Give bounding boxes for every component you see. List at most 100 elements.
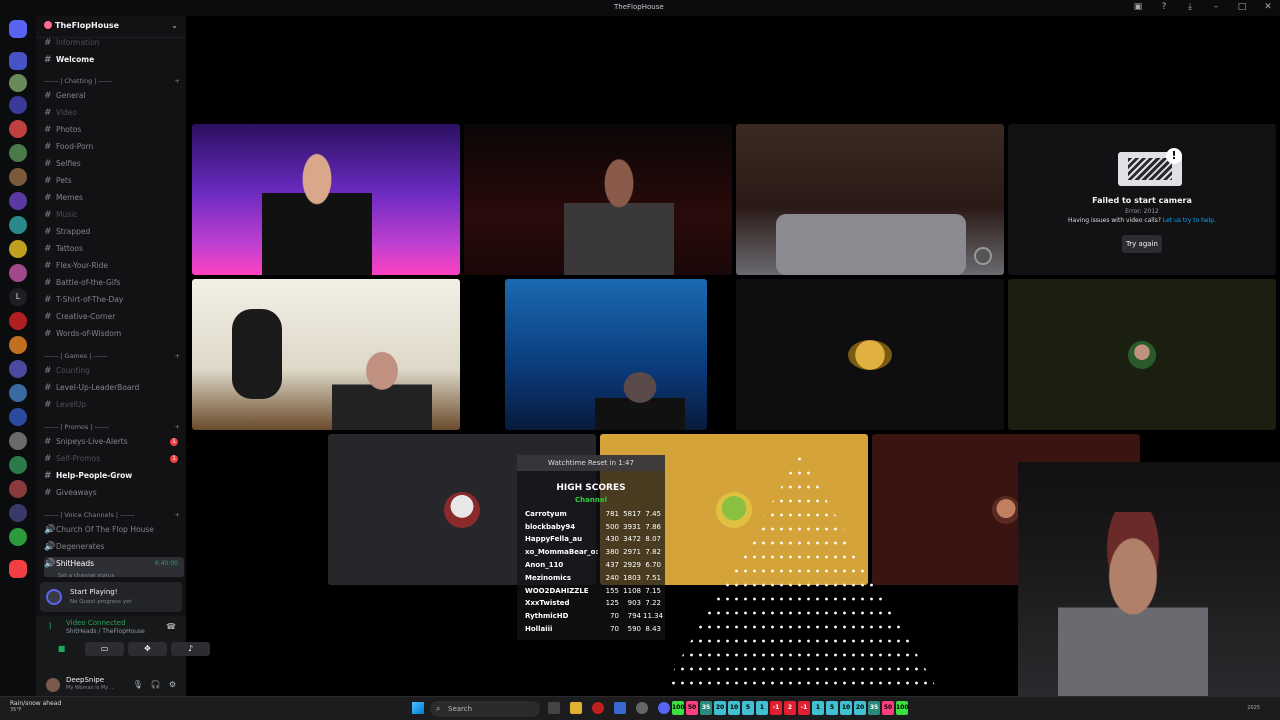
voice-location[interactable]: ShitHeads / TheFlopHouse — [66, 628, 145, 635]
server-header[interactable]: TheFlopHouse ⌄ — [36, 16, 186, 38]
score-row: HappyFella_au 430 3472 8.07 — [525, 535, 661, 547]
home-icon[interactable] — [9, 20, 27, 38]
windows-start-icon[interactable] — [412, 702, 424, 714]
video-tile[interactable] — [464, 124, 732, 275]
server-icon[interactable] — [9, 456, 27, 474]
new-server-icon[interactable] — [9, 560, 27, 578]
server-icon[interactable] — [9, 480, 27, 498]
soundboard-button[interactable]: ♪ — [171, 642, 210, 656]
server-icon[interactable]: L — [9, 288, 27, 306]
channel-information[interactable]: # Information — [44, 36, 184, 50]
server-icon[interactable] — [9, 384, 27, 402]
server-icon[interactable] — [9, 432, 27, 450]
server-icon[interactable] — [9, 360, 27, 378]
channel-pets[interactable]: # Pets — [44, 174, 184, 188]
category-games[interactable]: ------ | Games | ------ + — [44, 349, 184, 363]
server-icon[interactable] — [9, 312, 27, 330]
server-icon[interactable] — [9, 96, 27, 114]
channel-creative-corner[interactable]: # Creative-Corner — [44, 310, 184, 324]
category-chatting[interactable]: ------ | Chatting | ------ + — [44, 74, 184, 88]
channel-food-porn[interactable]: # Food-Porn — [44, 140, 184, 154]
channel-video[interactable]: # Video — [44, 106, 184, 120]
server-icon[interactable] — [9, 264, 27, 282]
server-icon[interactable] — [9, 168, 27, 186]
app-icon[interactable] — [614, 702, 626, 714]
settings-icon[interactable] — [636, 702, 648, 714]
server-icon[interactable] — [9, 504, 27, 522]
add-channel-icon[interactable]: + — [175, 508, 180, 522]
microphone-icon[interactable]: 🎙 — [133, 680, 143, 689]
server-icon[interactable] — [9, 144, 27, 162]
channel-levelup[interactable]: # LevelUp — [44, 398, 184, 412]
server-icon[interactable] — [9, 216, 27, 234]
maximize-button[interactable]: □ — [1236, 2, 1248, 12]
server-icon[interactable] — [9, 52, 27, 70]
server-icon[interactable] — [9, 192, 27, 210]
server-icon[interactable] — [9, 120, 27, 138]
clock[interactable]: 2025 — [1247, 705, 1260, 711]
channel-welcome[interactable]: # Welcome — [44, 53, 184, 67]
signal-icon[interactable]: ⌇ — [48, 622, 52, 632]
channel-general[interactable]: # General — [44, 89, 184, 103]
add-channel-icon[interactable]: + — [175, 420, 180, 434]
download-icon[interactable]: ⤓ — [1184, 2, 1196, 12]
channel-battle-of-the-gifs[interactable]: # Battle-of-the-Gifs — [44, 276, 184, 290]
channel-status[interactable]: Set a channel status — [58, 569, 114, 583]
channel-selfies[interactable]: # Selfies — [44, 157, 184, 171]
channel-strapped[interactable]: # Strapped — [44, 225, 184, 239]
inbox-icon[interactable]: ▣ — [1132, 2, 1144, 12]
try-again-button[interactable]: Try again — [1122, 235, 1162, 253]
channel-level-up-leaderboard[interactable]: # Level-Up-LeaderBoard — [44, 381, 184, 395]
app-icon[interactable] — [592, 702, 604, 714]
video-tile[interactable] — [505, 279, 707, 430]
video-tile[interactable] — [736, 124, 1004, 275]
file-explorer-icon[interactable] — [570, 702, 582, 714]
add-channel-icon[interactable]: + — [175, 349, 180, 363]
category-voice-channels[interactable]: ------ | Voice Channels | ------ + — [44, 508, 184, 522]
channel-flex-your-ride[interactable]: # Flex-Your-Ride — [44, 259, 184, 273]
channel-words-of-wisdom[interactable]: # Words-of-Wisdom — [44, 327, 184, 341]
channel-tattoos[interactable]: # Tattoos — [44, 242, 184, 256]
help-icon[interactable]: ? — [1158, 2, 1170, 12]
video-tile[interactable] — [192, 124, 460, 275]
channel-tshirt-of-the-day[interactable]: # T-Shirt-of-The-Day — [44, 293, 184, 307]
channel-photos[interactable]: # Photos — [44, 123, 184, 137]
voice-channel-degenerates[interactable]: 🔊Degenerates — [44, 540, 184, 554]
video-tile-avatar[interactable] — [1008, 279, 1276, 430]
server-icon[interactable] — [9, 240, 27, 258]
help-link[interactable]: Let us try to help. — [1163, 217, 1216, 224]
voice-channel-church[interactable]: 🔊Church Of The Flop House — [44, 523, 184, 537]
discord-icon[interactable] — [658, 702, 670, 714]
voice-channel-shitheads[interactable]: 🔊ShitHeads 6:40:00 Set a channel status — [44, 557, 184, 579]
server-icon[interactable] — [9, 528, 27, 546]
channel-counting[interactable]: # Counting — [44, 364, 184, 378]
video-tile-avatar[interactable] — [736, 279, 1004, 430]
minimize-button[interactable]: – — [1210, 2, 1222, 12]
avatar[interactable] — [46, 678, 60, 692]
chevron-down-icon[interactable]: ⌄ — [171, 21, 178, 30]
channel-music[interactable]: # Music — [44, 208, 184, 222]
server-icon[interactable] — [9, 336, 27, 354]
headphones-icon[interactable]: 🎧 — [151, 680, 161, 689]
close-button[interactable]: ✕ — [1262, 2, 1274, 12]
gear-icon[interactable]: ⚙ — [169, 680, 176, 689]
add-channel-icon[interactable]: + — [175, 74, 180, 88]
camera-button[interactable]: ■ — [42, 642, 81, 656]
category-promos[interactable]: ------ | Promos | ------ + — [44, 420, 184, 434]
channel-help-people-grow[interactable]: # Help-People-Grow — [44, 469, 184, 483]
screen-share-button[interactable]: ▭ — [85, 642, 124, 656]
channel-giveaways[interactable]: # Giveaways — [44, 486, 184, 500]
video-tile[interactable] — [192, 279, 460, 430]
weather-widget[interactable]: Rain/snow ahead 35°F — [10, 700, 61, 713]
server-icon[interactable] — [9, 74, 27, 92]
channel-snipeys-live-alerts[interactable]: # Snipeys-Live-Alerts 1 — [44, 435, 184, 449]
channel-label: Welcome — [56, 55, 95, 64]
disconnect-icon[interactable]: ☎ — [166, 622, 176, 631]
channel-memes[interactable]: # Memes — [44, 191, 184, 205]
quest-panel[interactable]: Start Playing! No Quest progress yet — [40, 582, 182, 612]
activities-button[interactable]: ✥ — [128, 642, 167, 656]
channel-self-promos[interactable]: # Self-Promos 1 — [44, 452, 184, 466]
task-view-icon[interactable] — [548, 702, 560, 714]
taskbar-search[interactable]: Search — [430, 701, 540, 717]
server-icon[interactable] — [9, 408, 27, 426]
